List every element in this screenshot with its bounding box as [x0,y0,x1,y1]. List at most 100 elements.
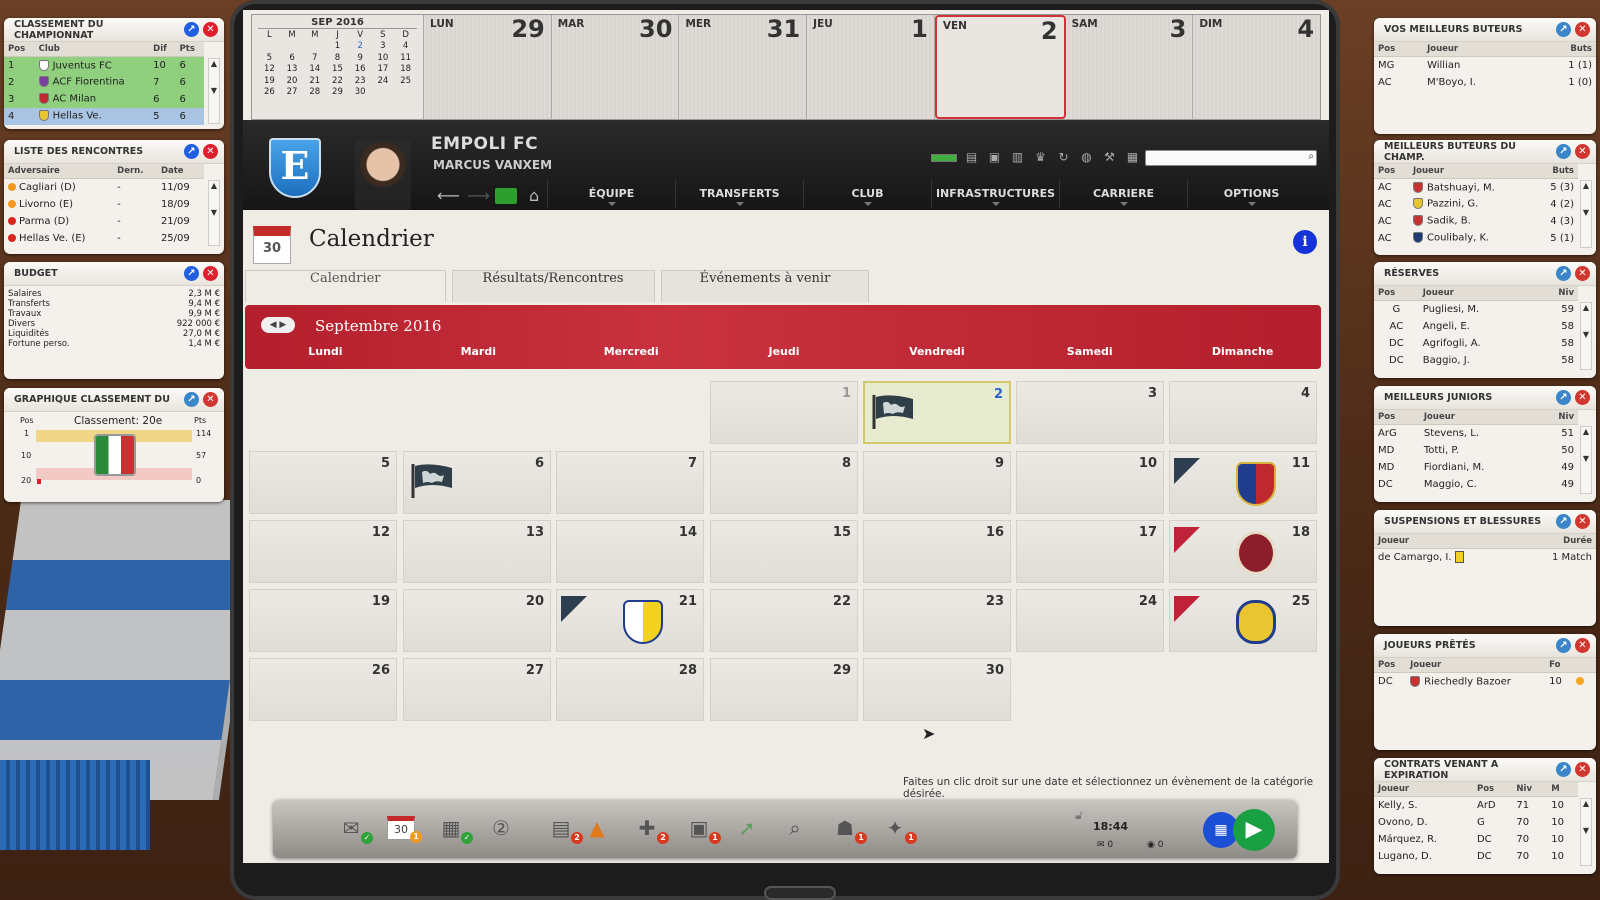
table-row[interactable]: Márquez, R. DC 70 10 [1374,831,1578,848]
calendar-day[interactable]: 27 [403,658,551,721]
files-icon[interactable]: ▣ 1 [685,816,721,844]
calendar-day[interactable]: 23 [863,589,1011,652]
calendar-day[interactable]: 4 [1169,381,1317,444]
table-row[interactable]: Cagliari (D) -11/09 [4,179,204,196]
calendar-day[interactable]: 6 [403,451,551,514]
table-row[interactable]: 3 AC Milan 6 6 [4,90,204,108]
expand-icon[interactable]: ↗ [1556,514,1571,529]
table-row[interactable]: 2 ACF Fiorentina 7 6 [4,73,204,91]
calendar-day-match[interactable]: 11 [1169,451,1317,514]
calendar-day[interactable]: 13 [403,520,551,583]
globe-icon[interactable]: ◍ [1078,150,1095,164]
menu-club[interactable]: CLUB [803,180,931,208]
trophy-icon[interactable]: ♛ [1032,150,1049,164]
calendar-day[interactable]: 20 [403,589,551,652]
calendar-day[interactable]: 30 [863,658,1011,721]
news-icon[interactable]: ▤ [963,150,980,164]
calendar-day[interactable]: 7 [556,451,704,514]
close-icon[interactable]: ✕ [1575,638,1590,653]
scrollbar[interactable]: ▲ ▼ [208,58,220,124]
calendar-day-today[interactable]: 2 [863,381,1011,444]
table-row[interactable]: DC Baggio, J. 58 [1374,352,1578,369]
calendar-day[interactable]: 5 [249,451,397,514]
table-row[interactable]: Parma (D) -21/09 [4,213,204,230]
table-row[interactable]: 1 Juventus FC 10 6 [4,56,204,74]
strip-day[interactable]: MAR 30 [551,15,680,119]
staff-icon[interactable]: ☗ 1 [831,816,867,844]
table-row[interactable]: MG Willian 1 (1) [1374,57,1596,74]
stats-icon[interactable]: ▥ [1009,150,1026,164]
calendar-day[interactable]: 22 [710,589,858,652]
training-icon[interactable]: ▤ 2 [547,816,583,844]
club-flag-icon[interactable] [495,188,517,204]
table-row[interactable]: DC Agrifogli, A. 58 [1374,335,1578,352]
table-row[interactable]: AC Batshuayi, M. 5 (3) [1374,179,1578,196]
calendar-day[interactable]: 15 [710,520,858,583]
calendar-day[interactable]: 29 [710,658,858,721]
scout-search-icon[interactable]: ⌕ [781,816,809,840]
refresh-icon[interactable]: ↻ [1055,150,1072,164]
cone-icon[interactable]: ▲ [583,816,611,840]
table-row[interactable]: G Pugliesi, M. 59 [1374,301,1578,318]
table-row[interactable]: Livorno (E) -18/09 [4,196,204,213]
calendar-day-match[interactable]: 25 [1169,589,1317,652]
tab-resultats[interactable]: Résultats/Rencontres [451,270,655,302]
tablet-home-button[interactable] [764,886,836,900]
continue-play-button[interactable]: ▶ [1233,809,1275,851]
search-input[interactable]: ⌕ [1145,150,1317,166]
menu-equipe[interactable]: ÉQUIPE [547,180,675,208]
media-icon[interactable]: ✦ 1 [881,816,917,844]
table-row[interactable]: Kelly, S. ArD 71 10 [1374,797,1578,814]
menu-carriere[interactable]: CARRIERE [1059,180,1187,208]
tools-icon[interactable]: ⚒ [1101,150,1118,164]
close-icon[interactable]: ✕ [1575,22,1590,37]
club-logo[interactable]: E [269,138,321,198]
close-icon[interactable]: ✕ [1575,514,1590,529]
table-row[interactable]: Lugano, D. DC 70 10 [1374,848,1578,865]
close-icon[interactable]: ✕ [203,22,218,37]
calendar-day[interactable]: 3 [1016,381,1164,444]
expand-icon[interactable]: ↗ [1556,266,1571,281]
medical-icon[interactable]: ✚ 2 [633,816,669,844]
expand-icon[interactable]: ↗ [1556,22,1571,37]
calendar-icon[interactable]: 30 1 [387,816,422,843]
scrollbar[interactable]: ▲ ▼ [1580,302,1592,370]
lock-icon[interactable]: 🔓︎ [1065,808,1093,832]
calendar-day[interactable]: 12 [249,520,397,583]
calendar-day[interactable]: 9 [863,451,1011,514]
table-row[interactable]: AC Pazzini, G. 4 (2) [1374,196,1578,213]
table-row[interactable]: Hellas Ve. (E) -25/09 [4,230,204,247]
table-row[interactable]: AC M'Boyo, I. 1 (0) [1374,74,1596,91]
document-icon[interactable]: ▦ [1124,150,1141,164]
table-row[interactable]: ArG Stevens, L. 51 [1374,425,1578,442]
close-icon[interactable]: ✕ [203,266,218,281]
mail-icon[interactable]: ✉ ✓ [337,816,373,844]
month-nav-arrows-icon[interactable]: ◀ ▶ [261,317,295,333]
table-row[interactable]: Ovono, D. G 70 10 [1374,814,1578,831]
scrollbar[interactable]: ▲ ▼ [208,180,220,246]
calendar-day[interactable]: 14 [556,520,704,583]
table-row[interactable]: AC Sadik, B. 4 (3) [1374,213,1578,230]
calendar-day[interactable]: 10 [1016,451,1164,514]
manager-avatar[interactable] [355,140,411,210]
close-icon[interactable]: ✕ [1575,144,1590,159]
calendar-day[interactable]: 24 [1016,589,1164,652]
expand-icon[interactable]: ↗ [184,266,199,281]
tactics-board-icon[interactable]: ▦ ✓ [437,816,473,844]
calendar-day[interactable]: 28 [556,658,704,721]
expand-icon[interactable]: ↗ [1556,638,1571,653]
mini-calendar[interactable]: SEP 2016 LMMJVSD 1234 5 6 7 8 9 10 11 12 13 14 15… [252,15,424,119]
scrollbar[interactable]: ▲ ▼ [1580,426,1592,494]
close-icon[interactable]: ✕ [203,144,218,159]
tab-evenements[interactable]: Événements à venir [660,270,870,302]
table-row[interactable]: DC Riechedly Bazoer 10 [1374,673,1596,690]
battery-icon[interactable] [931,154,957,162]
table-row[interactable]: de Camargo, I. 1 Match [1374,549,1596,566]
table-row[interactable]: MD Fiordiani, M. 49 [1374,459,1578,476]
strip-day[interactable]: DIM 4 [1193,15,1321,119]
menu-infrastructures[interactable]: INFRASTRUCTURES [931,180,1059,208]
calendar-day[interactable]: 19 [249,589,397,652]
close-icon[interactable]: ✕ [1575,266,1590,281]
window-icon[interactable]: ▣ [986,150,1003,164]
strip-day-selected[interactable]: VEN 2 [934,15,1066,119]
